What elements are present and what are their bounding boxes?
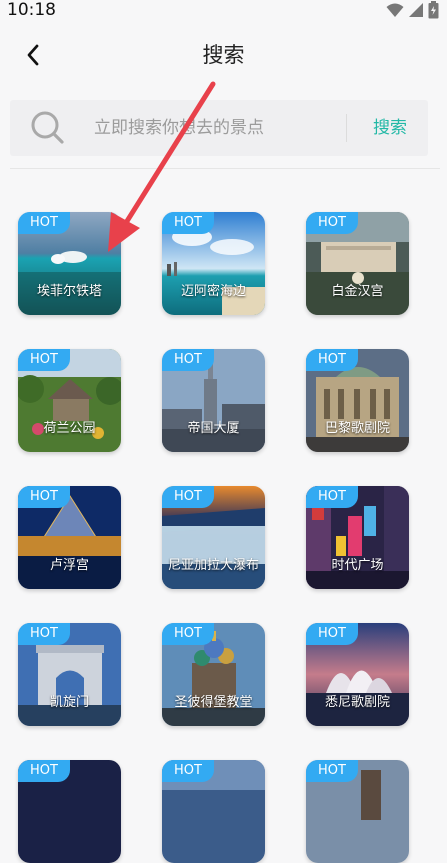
place-card-times-square[interactable]: HOT 时代广场 [306, 486, 409, 589]
place-card-louvre[interactable]: HOT 卢浮宫 [18, 486, 121, 589]
battery-icon [428, 1, 439, 19]
hot-badge: HOT [18, 623, 70, 645]
place-name: 时代广场 [331, 558, 384, 573]
place-name: 凯旋门 [49, 695, 89, 710]
place-card[interactable]: HOT [306, 760, 409, 863]
status-bar: 10:18 [0, 0, 447, 22]
place-card-st-petersburg-church[interactable]: HOT 圣彼得堡教堂 [162, 623, 265, 726]
search-icon[interactable] [30, 110, 66, 146]
place-card-miami-beach[interactable]: HOT 迈阿密海边 [162, 212, 265, 315]
search-bar: 搜索 [10, 100, 428, 156]
hot-badge: HOT [162, 760, 214, 782]
hot-badge: HOT [306, 212, 358, 234]
hot-badge: HOT [306, 486, 358, 508]
place-card-paris-opera-house[interactable]: HOT 巴黎歌剧院 [306, 349, 409, 452]
place-name: 荷兰公园 [43, 421, 96, 436]
place-name: 卢浮宫 [49, 558, 89, 573]
search-input[interactable] [94, 113, 334, 143]
hot-badge: HOT [306, 623, 358, 645]
place-name: 圣彼得堡教堂 [174, 695, 253, 710]
hot-badge: HOT [18, 760, 70, 782]
search-button[interactable]: 搜索 [360, 114, 420, 142]
place-card-eiffel-tower[interactable]: HOT 埃菲尔铁塔 [18, 212, 121, 315]
hot-badge: HOT [18, 349, 70, 371]
place-name: 埃菲尔铁塔 [36, 284, 102, 299]
status-icons [386, 1, 439, 19]
signal-icon [409, 3, 423, 17]
hot-badge: HOT [306, 760, 358, 782]
place-card[interactable]: HOT [18, 760, 121, 863]
place-card-empire-state-building[interactable]: HOT 帝国大厦 [162, 349, 265, 452]
place-card-buckingham-palace[interactable]: HOT 白金汉宫 [306, 212, 409, 315]
place-name: 悉尼歌剧院 [324, 695, 390, 710]
hot-badge: HOT [162, 349, 214, 371]
hot-badge: HOT [18, 486, 70, 508]
hot-badge: HOT [162, 486, 214, 508]
place-card-holland-park[interactable]: HOT 荷兰公园 [18, 349, 121, 452]
search-divider [346, 114, 347, 142]
hot-badge: HOT [162, 623, 214, 645]
hot-badge: HOT [18, 212, 70, 234]
place-name: 帝国大厦 [187, 421, 240, 436]
page-title: 搜索 [202, 43, 245, 67]
place-card-niagara-falls[interactable]: HOT 尼亚加拉大瀑布 [162, 486, 265, 589]
place-name: 尼亚加拉大瀑布 [167, 558, 259, 573]
place-name: 巴黎歌剧院 [324, 421, 390, 436]
hot-badge: HOT [306, 349, 358, 371]
place-card[interactable]: HOT [162, 760, 265, 863]
hot-badge: HOT [162, 212, 214, 234]
wifi-icon [386, 3, 404, 17]
place-name: 白金汉宫 [331, 284, 384, 299]
header: 搜索 [0, 22, 447, 88]
place-card-sydney-opera-house[interactable]: HOT 悉尼歌剧院 [306, 623, 409, 726]
divider [10, 168, 440, 169]
place-name: 迈阿密海边 [180, 284, 246, 299]
status-time: 10:18 [7, 0, 56, 20]
place-card-arc-de-triomphe[interactable]: HOT 凯旋门 [18, 623, 121, 726]
